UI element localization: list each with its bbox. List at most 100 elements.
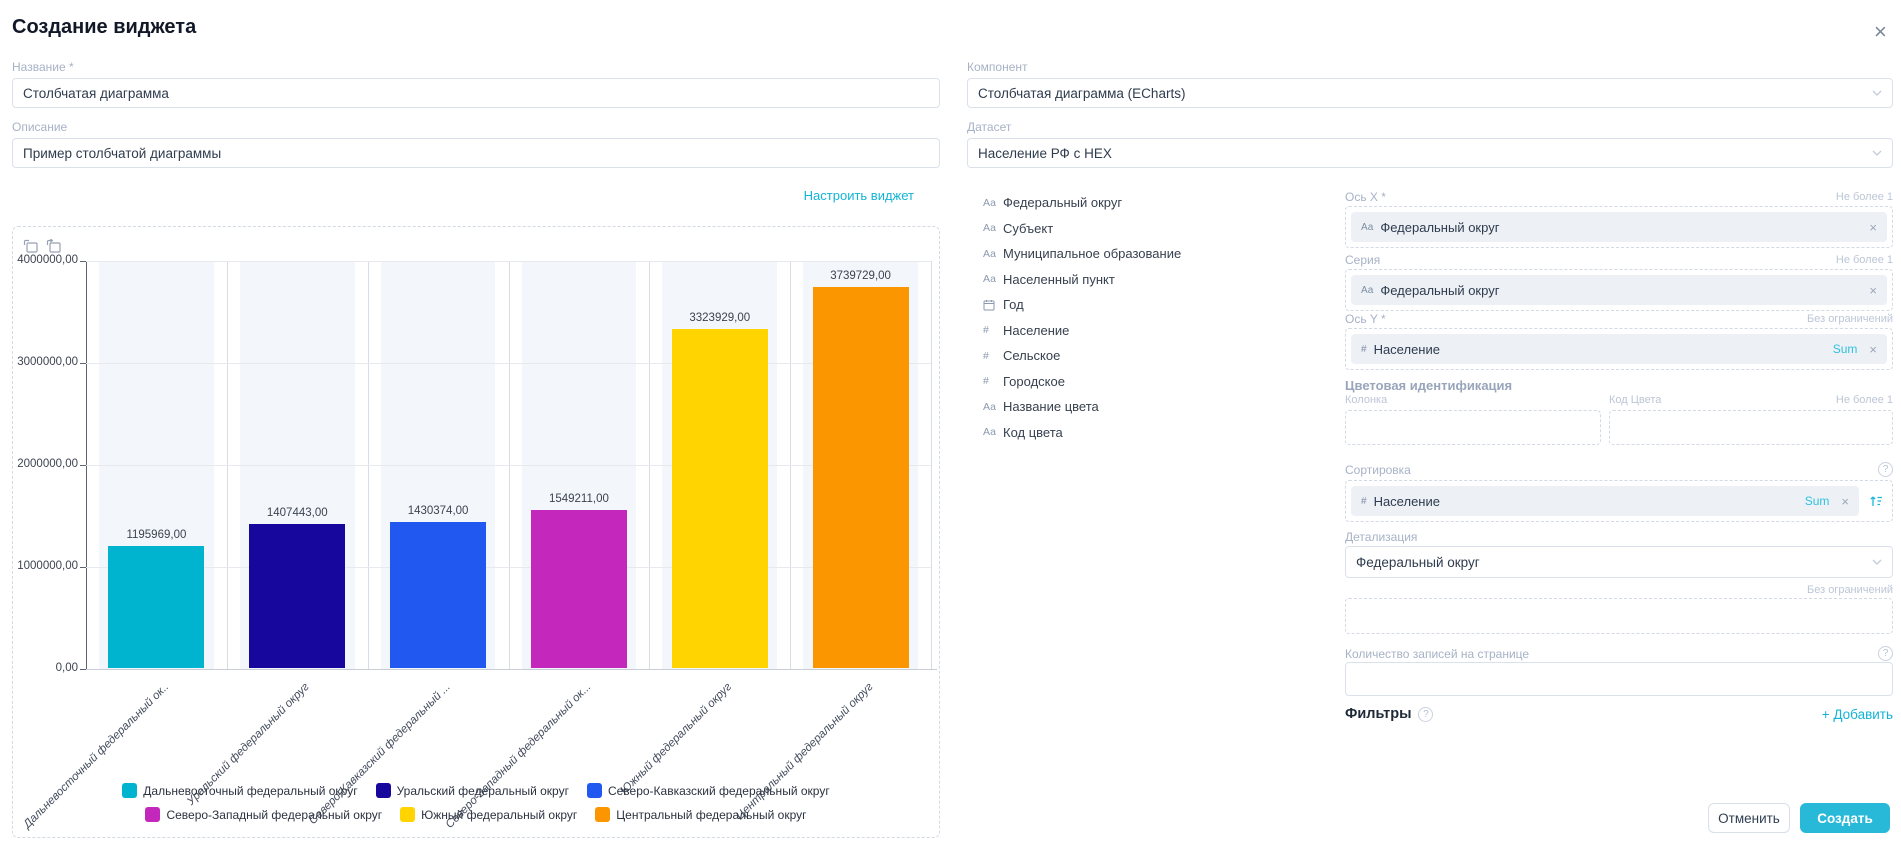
sorting-chip[interactable]: # Население Sum × bbox=[1351, 486, 1859, 516]
help-icon[interactable]: ? bbox=[1878, 462, 1893, 477]
legend-swatch bbox=[122, 783, 137, 798]
legend-label: Дальневосточный федеральный округ bbox=[143, 784, 357, 798]
number-field-icon: # bbox=[983, 350, 1003, 362]
component-select[interactable]: Столбчатая диаграмма (ECharts) bbox=[967, 78, 1893, 108]
page-size-label-row: Количество записей на странице ? bbox=[1345, 646, 1893, 661]
axis-y-chip[interactable]: # Население Sum × bbox=[1351, 334, 1887, 364]
field-list-item[interactable]: #Сельское bbox=[983, 343, 1313, 369]
field-list-item[interactable]: АаСубъект bbox=[983, 216, 1313, 242]
dataset-select[interactable]: Население РФ с HEX bbox=[967, 138, 1893, 168]
detail-select[interactable]: Федеральный округ bbox=[1345, 546, 1893, 578]
legend-item[interactable]: Центральный федеральный округ bbox=[595, 807, 806, 822]
axis-x-chip[interactable]: Аа Федеральный округ × bbox=[1351, 212, 1887, 242]
color-ident-hint: Не более 1 bbox=[1836, 394, 1893, 406]
add-filter-button[interactable]: + Добавить bbox=[1822, 707, 1893, 722]
chart-bar[interactable] bbox=[531, 510, 627, 668]
legend-swatch bbox=[376, 783, 391, 798]
y-axis-label: 2000000,00 bbox=[12, 458, 78, 470]
text-field-icon: Аа bbox=[983, 401, 1003, 413]
number-field-icon: # bbox=[983, 375, 1003, 387]
series-hint: Не более 1 bbox=[1836, 254, 1893, 266]
help-icon[interactable]: ? bbox=[1418, 707, 1433, 722]
color-ident-title: Цветовая идентификация bbox=[1345, 378, 1512, 393]
aggregation-tag[interactable]: Sum bbox=[1805, 494, 1830, 508]
field-list-item[interactable]: АаФедеральный округ bbox=[983, 190, 1313, 216]
restore-icon[interactable] bbox=[46, 239, 62, 254]
aggregation-tag[interactable]: Sum bbox=[1833, 342, 1858, 356]
series-chip[interactable]: Аа Федеральный округ × bbox=[1351, 275, 1887, 305]
chart-bar[interactable] bbox=[390, 522, 486, 668]
number-field-icon: # bbox=[1361, 496, 1367, 507]
legend-item[interactable]: Уральский федеральный округ bbox=[376, 783, 569, 798]
axis-x-label-row: Ось X * Не более 1 bbox=[1345, 190, 1893, 204]
sorting-dropzone[interactable]: # Население Sum × bbox=[1345, 480, 1893, 522]
grid-line-horizontal bbox=[86, 261, 931, 262]
bar-value-label: 1407443,00 bbox=[227, 507, 367, 519]
y-axis-tick bbox=[80, 465, 86, 466]
configure-widget-link[interactable]: Настроить виджет bbox=[12, 188, 914, 203]
field-label: Население bbox=[1003, 323, 1069, 338]
sort-order-icon[interactable] bbox=[1869, 495, 1883, 507]
remove-icon[interactable]: × bbox=[1869, 283, 1877, 298]
legend-label: Центральный федеральный округ bbox=[616, 808, 806, 822]
create-button[interactable]: Создать bbox=[1800, 803, 1890, 833]
limit-hint: Без ограничений bbox=[1345, 584, 1893, 596]
name-input[interactable] bbox=[12, 78, 940, 108]
color-column-dropzone[interactable] bbox=[1345, 410, 1601, 445]
chart-bar[interactable] bbox=[249, 524, 345, 668]
chart-bar[interactable] bbox=[108, 546, 204, 668]
axis-x-label: Ось X * bbox=[1345, 190, 1386, 204]
axis-y-dropzone[interactable]: # Население Sum × bbox=[1345, 328, 1893, 370]
page-size-input[interactable] bbox=[1345, 662, 1893, 696]
dataset-field-list: АаФедеральный округАаСубъектАаМуниципаль… bbox=[983, 190, 1313, 445]
chart-bar[interactable] bbox=[813, 287, 909, 668]
legend-swatch bbox=[400, 807, 415, 822]
axis-x-dropzone[interactable]: Аа Федеральный округ × bbox=[1345, 206, 1893, 248]
color-code-dropzone[interactable] bbox=[1609, 410, 1893, 445]
legend-item[interactable]: Дальневосточный федеральный округ bbox=[122, 783, 357, 798]
calendar-icon bbox=[983, 299, 1003, 311]
legend-item[interactable]: Южный федеральный округ bbox=[400, 807, 577, 822]
y-axis-tick bbox=[80, 567, 86, 568]
remove-icon[interactable]: × bbox=[1841, 494, 1849, 509]
bar-value-label: 1549211,00 bbox=[509, 493, 649, 505]
field-label: Код цвета bbox=[1003, 425, 1063, 440]
dataset-label: Датасет bbox=[967, 120, 1011, 134]
series-dropzone[interactable]: Аа Федеральный округ × bbox=[1345, 269, 1893, 311]
axis-y-label-row: Ось Y * Без ограничений bbox=[1345, 312, 1893, 326]
field-label: Муниципальное образование bbox=[1003, 246, 1181, 261]
color-ident-sublabels: Колонка Код Цвета Не более 1 bbox=[1345, 394, 1893, 408]
field-list-item[interactable]: #Городское bbox=[983, 369, 1313, 395]
create-widget-dialog: Создание виджета × Название * Описание Н… bbox=[0, 0, 1901, 850]
legend-label: Южный федеральный округ bbox=[421, 808, 577, 822]
legend-item[interactable]: Северо-Западный федеральный округ bbox=[145, 807, 382, 822]
cancel-button[interactable]: Отменить bbox=[1708, 803, 1790, 833]
color-column-label: Колонка bbox=[1345, 394, 1387, 406]
field-list-item[interactable]: АаКод цвета bbox=[983, 420, 1313, 446]
y-axis-label: 1000000,00 bbox=[12, 560, 78, 572]
field-list-item[interactable]: Год bbox=[983, 292, 1313, 318]
help-icon[interactable]: ? bbox=[1878, 646, 1893, 661]
y-axis-label: 3000000,00 bbox=[12, 356, 78, 368]
field-label: Сельское bbox=[1003, 348, 1060, 363]
legend-item[interactable]: Северо-Кавказский федеральный округ bbox=[587, 783, 830, 798]
remove-icon[interactable]: × bbox=[1869, 220, 1877, 235]
field-list-item[interactable]: АаНазвание цвета bbox=[983, 394, 1313, 420]
y-axis-tick bbox=[80, 669, 86, 670]
close-icon[interactable]: × bbox=[1874, 22, 1887, 42]
field-label: Населенный пункт bbox=[1003, 272, 1115, 287]
legend-swatch bbox=[587, 783, 602, 798]
field-label: Год bbox=[1003, 297, 1024, 312]
text-field-icon: Аа bbox=[983, 222, 1003, 234]
y-axis-label: 0,00 bbox=[12, 662, 78, 674]
y-axis-label: 4000000,00 bbox=[12, 254, 78, 266]
field-list-item[interactable]: #Население bbox=[983, 318, 1313, 344]
limit-dropzone[interactable] bbox=[1345, 598, 1893, 634]
remove-icon[interactable]: × bbox=[1869, 342, 1877, 357]
zoom-select-icon[interactable] bbox=[23, 239, 39, 254]
field-list-item[interactable]: АаНаселенный пункт bbox=[983, 267, 1313, 293]
field-list-item[interactable]: АаМуниципальное образование bbox=[983, 241, 1313, 267]
y-axis-tick bbox=[80, 363, 86, 364]
chart-bar[interactable] bbox=[672, 329, 768, 668]
description-input[interactable] bbox=[12, 138, 940, 168]
